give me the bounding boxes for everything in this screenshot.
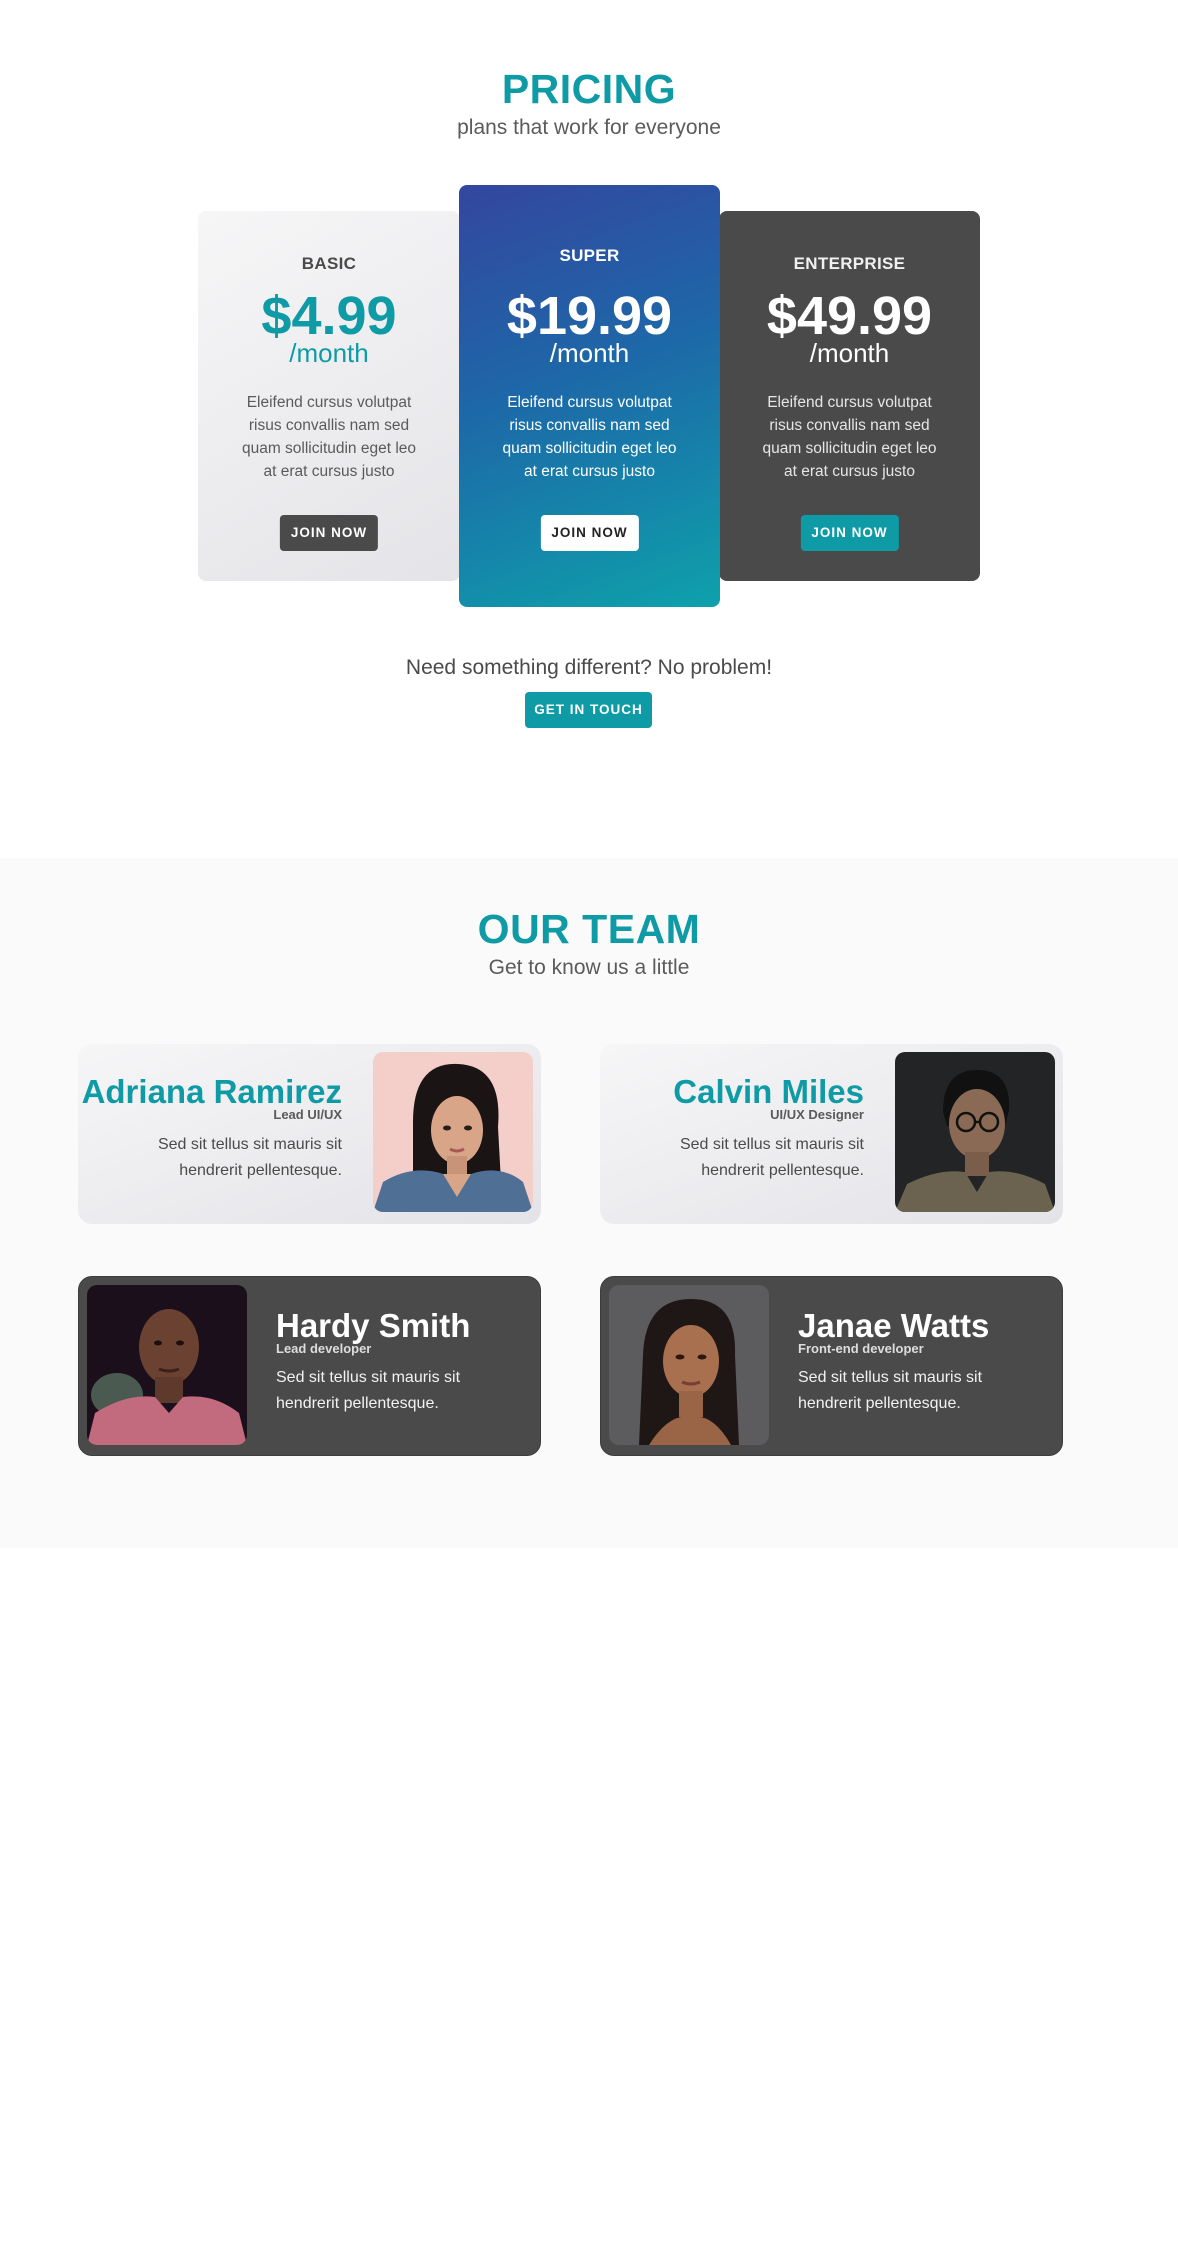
plan-card-basic: BASIC $4.99 /month Eleifend cursus volut… xyxy=(198,211,460,581)
plan-name: ENTERPRISE xyxy=(793,254,906,273)
member-role: Lead developer xyxy=(276,1341,372,1356)
member-name: Adriana Ramirez xyxy=(81,1073,342,1110)
join-now-button-super[interactable]: JOIN NOW xyxy=(540,515,639,551)
member-bio: Sed sit tellus sit mauris sit hendrerit … xyxy=(276,1369,461,1412)
portrait-photo-icon xyxy=(609,1285,769,1445)
plan-card-enterprise: ENTERPRISE $49.99 /month Eleifend cursus… xyxy=(719,211,980,581)
member-photo xyxy=(895,1052,1055,1212)
member-role: UI/UX Designer xyxy=(770,1107,864,1122)
portrait-photo-icon xyxy=(87,1285,247,1445)
team-card-hardy-smith: Hardy Smith Lead developer Sed sit tellu… xyxy=(78,1276,541,1456)
cta-text: Need something different? No problem! xyxy=(405,656,773,679)
plan-period: /month xyxy=(289,338,369,368)
plan-card-super: SUPER $19.99 /month Eleifend cursus volu… xyxy=(459,185,720,607)
join-now-button-basic[interactable]: JOIN NOW xyxy=(279,515,379,551)
plan-period: /month xyxy=(809,338,890,368)
plan-price: $19.99 xyxy=(506,286,673,346)
team-card-janae-watts: Janae Watts Front-end developer Sed sit … xyxy=(600,1276,1063,1456)
member-bio: Sed sit tellus sit mauris sit hendrerit … xyxy=(157,1136,342,1179)
member-bio: Sed sit tellus sit mauris sit hendrerit … xyxy=(798,1369,983,1412)
portrait-photo-icon xyxy=(373,1052,533,1212)
team-card-adriana-ramirez: Adriana Ramirez Lead UI/UX Sed sit tellu… xyxy=(78,1044,541,1224)
plan-description: Eleifend cursus volutpat risus convallis… xyxy=(241,394,417,480)
team-card-calvin-miles: Calvin Miles UI/UX Designer Sed sit tell… xyxy=(600,1044,1063,1224)
pricing-subtitle: plans that work for everyone xyxy=(457,116,721,139)
team-subtitle: Get to know us a little xyxy=(488,956,690,979)
member-photo xyxy=(373,1052,533,1212)
member-photo xyxy=(609,1285,769,1445)
member-role: Lead UI/UX xyxy=(273,1107,342,1122)
plan-name: BASIC xyxy=(301,254,357,273)
member-name: Hardy Smith xyxy=(276,1307,471,1344)
join-now-button-enterprise[interactable]: JOIN NOW xyxy=(800,515,899,551)
member-name: Calvin Miles xyxy=(673,1073,864,1110)
team-title: OUR TEAM xyxy=(477,906,701,952)
get-in-touch-button[interactable]: GET IN TOUCH xyxy=(525,692,652,728)
plan-description: Eleifend cursus volutpat risus convallis… xyxy=(502,394,677,480)
member-photo xyxy=(87,1285,247,1445)
team-section: OUR TEAM Get to know us a little Adriana… xyxy=(0,858,1178,1548)
pricing-title: PRICING xyxy=(501,66,677,112)
pricing-section: PRICING plans that work for everyone BAS… xyxy=(0,0,1178,858)
member-role: Front-end developer xyxy=(798,1341,924,1356)
plan-name: SUPER xyxy=(559,246,620,265)
plan-price: $4.99 xyxy=(261,286,397,346)
plan-period: /month xyxy=(549,338,630,368)
member-bio: Sed sit tellus sit mauris sit hendrerit … xyxy=(679,1136,864,1179)
plan-price: $49.99 xyxy=(766,286,933,346)
portrait-photo-icon xyxy=(895,1052,1055,1212)
member-name: Janae Watts xyxy=(798,1307,990,1344)
plan-description: Eleifend cursus volutpat risus convallis… xyxy=(762,394,937,480)
